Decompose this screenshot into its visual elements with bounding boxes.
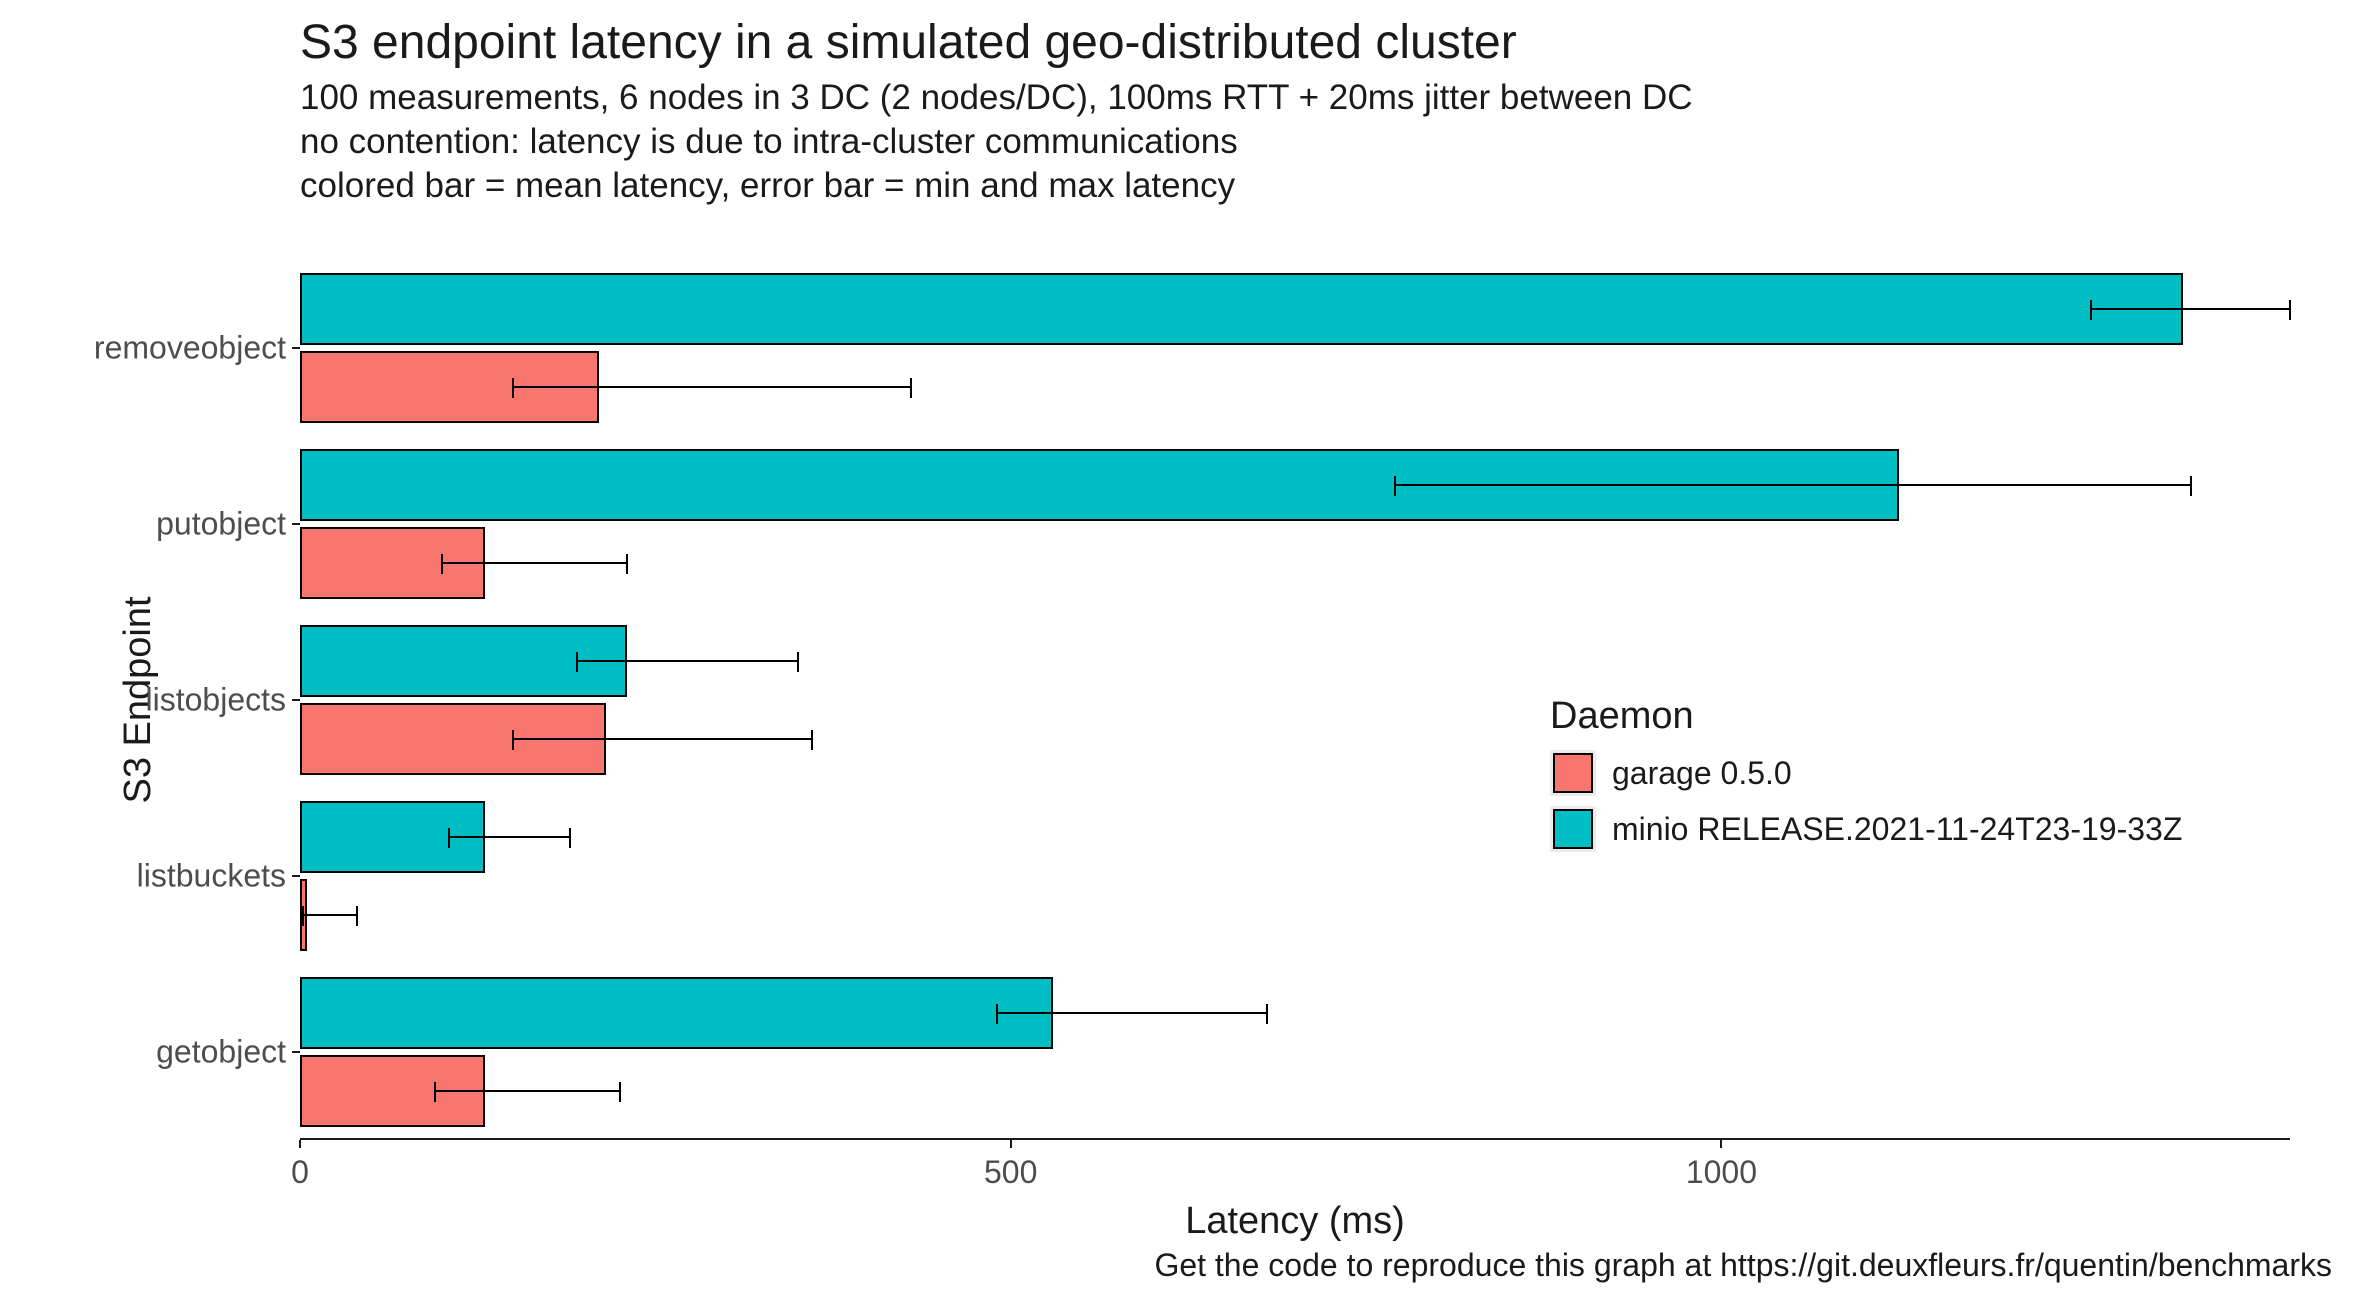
x-tick-label: 1000 [1686,1154,1757,1191]
x-tick-mark [1010,1140,1012,1148]
y-tick-mark [292,1051,300,1053]
x-tick-label: 0 [291,1154,309,1191]
error-cap [434,1082,436,1102]
error-cap [1266,1004,1268,1024]
error-cap [910,378,912,398]
chart-subtitle-line2: no contention: latency is due to intra-c… [300,120,1693,164]
chart-titles: S3 endpoint latency in a simulated geo-d… [300,15,1693,207]
error-bar [303,914,357,916]
legend-swatch [1550,750,1596,796]
error-cap [569,828,571,848]
chart-caption: Get the code to reproduce this graph at … [1154,1247,2332,1284]
y-tick-label: putobject [156,506,286,543]
error-cap [512,730,514,750]
error-cap [302,906,304,926]
error-bar [513,386,911,388]
error-cap [576,652,578,672]
error-cap [512,378,514,398]
chart-title: S3 endpoint latency in a simulated geo-d… [300,15,1693,70]
error-cap [619,1082,621,1102]
y-tick-mark [292,523,300,525]
error-bar [435,1090,620,1092]
x-tick-mark [299,1140,301,1148]
error-bar [997,1012,1267,1014]
y-tick-mark [292,875,300,877]
legend-color-minio [1553,809,1593,849]
error-cap [996,1004,998,1024]
x-tick-label: 500 [984,1154,1037,1191]
legend-title: Daemon [1550,695,2182,738]
error-cap [2090,300,2092,320]
x-tick-mark [1720,1140,1722,1148]
chart-subtitle-line1: 100 measurements, 6 nodes in 3 DC (2 nod… [300,76,1693,120]
error-cap [2190,476,2192,496]
error-bar [2091,308,2290,310]
legend: Daemon garage 0.5.0 minio RELEASE.2021-1… [1550,695,2182,852]
y-tick-mark [292,347,300,349]
chart-container: S3 endpoint latency in a simulated geo-d… [0,0,2362,1299]
y-tick-label: getobject [156,1034,286,1071]
error-cap [356,906,358,926]
error-bar [449,836,570,838]
y-tick-label: listobjects [146,682,287,719]
error-cap [448,828,450,848]
x-axis-line [300,1138,2290,1140]
legend-item-garage: garage 0.5.0 [1550,750,2182,796]
error-cap [626,554,628,574]
y-tick-label: removeobject [94,330,286,367]
error-bar [442,562,627,564]
error-bar [1395,484,2191,486]
y-tick-label: listbuckets [137,858,286,895]
legend-swatch [1550,806,1596,852]
legend-item-minio: minio RELEASE.2021-11-24T23-19-33Z [1550,806,2182,852]
x-axis-title: Latency (ms) [1185,1200,1405,1243]
error-cap [1394,476,1396,496]
legend-color-garage [1553,753,1593,793]
legend-label: minio RELEASE.2021-11-24T23-19-33Z [1612,811,2182,848]
chart-subtitle-line3: colored bar = mean latency, error bar = … [300,164,1693,208]
error-cap [797,652,799,672]
error-cap [2289,300,2291,320]
error-cap [811,730,813,750]
error-bar [513,738,812,740]
legend-label: garage 0.5.0 [1612,755,1792,792]
bar-minio [300,977,1053,1049]
bar-minio [300,273,2183,345]
y-tick-mark [292,699,300,701]
error-bar [577,660,797,662]
error-cap [441,554,443,574]
